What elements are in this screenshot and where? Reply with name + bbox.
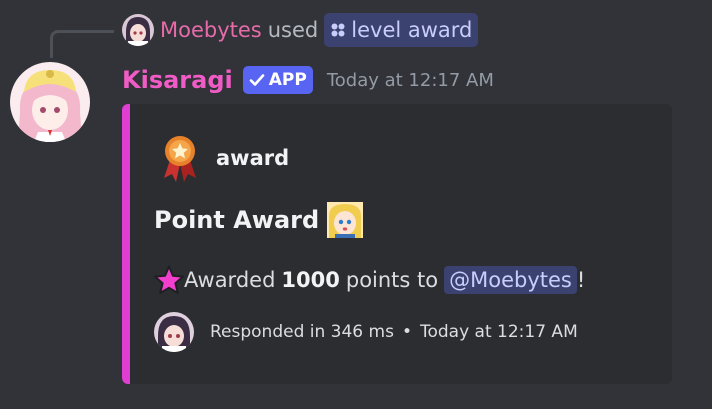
message-header: Kisaragi APP Today at 12:17 AM: [122, 60, 494, 100]
command-icon: [331, 23, 345, 37]
award-prefix: Awarded: [184, 268, 276, 292]
reply-user-avatar[interactable]: [122, 14, 154, 46]
award-middle: points to: [345, 268, 439, 292]
award-suffix: !: [576, 268, 586, 292]
author-avatar[interactable]: [10, 62, 90, 142]
footer-separator: •: [401, 322, 412, 342]
chat-message: Moebytes used level award Kisaragi APP T…: [0, 0, 712, 409]
reply-used-text: used: [267, 18, 319, 42]
reply-username[interactable]: Moebytes: [160, 18, 262, 42]
command-reply-line[interactable]: Moebytes used level award: [122, 12, 479, 48]
medal-icon: [164, 136, 196, 182]
embed-author: award: [160, 134, 289, 182]
reply-spine: [50, 30, 114, 58]
embed-title-text: Point Award: [154, 206, 320, 234]
footer-response-time: Responded in 346 ms: [210, 322, 394, 342]
slash-command-chip[interactable]: level award: [324, 13, 479, 47]
command-name: level award: [351, 18, 473, 42]
author-name[interactable]: Kisaragi: [122, 66, 233, 94]
message-timestamp[interactable]: Today at 12:17 AM: [327, 70, 494, 91]
pink-star-icon: [154, 265, 184, 294]
app-badge-label: APP: [268, 70, 307, 90]
embed-footer: Responded in 346 ms • Today at 12:17 AM: [154, 312, 578, 352]
app-badge: APP: [242, 66, 313, 94]
anime-girl-emoji: [327, 202, 364, 238]
embed-title: Point Award: [154, 202, 364, 238]
user-mention[interactable]: @Moebytes: [444, 266, 577, 294]
checkmark-icon: [249, 74, 265, 86]
award-amount: 1000: [281, 268, 340, 292]
embed-card: award Point Award Awarded 1000 points to: [122, 104, 672, 384]
embed-description: Awarded 1000 points to @Moebytes !: [154, 260, 585, 300]
embed-author-name: award: [216, 146, 290, 170]
footer-avatar: [154, 312, 194, 352]
footer-timestamp: Today at 12:17 AM: [419, 322, 578, 342]
